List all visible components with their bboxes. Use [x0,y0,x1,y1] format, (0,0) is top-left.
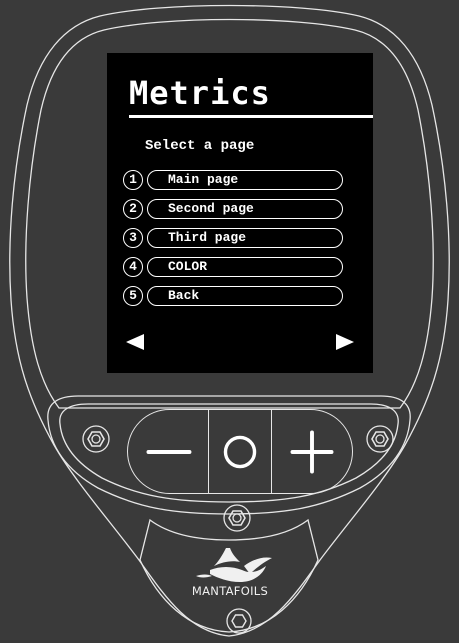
menu-item-third-page[interactable]: 3 Third page [123,228,347,250]
title-underline [129,115,373,118]
menu-number-badge: 3 [123,228,143,248]
menu-number-badge: 5 [123,286,143,306]
menu-item-label: Main page [168,172,239,187]
menu-item-label: Second page [168,201,254,216]
minus-button[interactable] [128,410,208,493]
menu-item-back[interactable]: 5 Back [123,286,347,308]
menu-number-badge: 2 [123,199,143,219]
menu-item-label: COLOR [168,259,208,274]
menu-item-button[interactable]: Back [147,286,343,306]
menu-number-badge: 1 [123,170,143,190]
circle-icon [223,435,257,469]
plus-icon [290,430,334,474]
page-title: Metrics [129,74,271,112]
menu-item-label: Back [168,288,200,303]
menu-number-badge: 4 [123,257,143,277]
menu-item-button[interactable]: COLOR [147,257,343,277]
manta-logo-icon [196,548,272,582]
menu-item-label: Third page [168,230,247,245]
menu-item-second-page[interactable]: 2 Second page [123,199,347,221]
select-button[interactable] [208,410,272,493]
menu-item-color[interactable]: 4 COLOR [123,257,347,279]
menu-item-button[interactable]: Third page [147,228,343,248]
display-screen: Metrics Select a page 1 Main page 2 Seco… [107,53,373,373]
control-button-group [127,409,353,494]
plus-button[interactable] [272,410,352,493]
page-subtitle: Select a page [145,138,255,154]
brand-name: MANTAFOILS [191,584,269,598]
menu-item-button[interactable]: Second page [147,199,343,219]
triangle-right-icon[interactable] [335,333,355,351]
triangle-left-icon[interactable] [125,333,145,351]
menu-item-button[interactable]: Main page [147,170,343,190]
menu-item-main-page[interactable]: 1 Main page [123,170,347,192]
minus-icon [146,450,192,454]
